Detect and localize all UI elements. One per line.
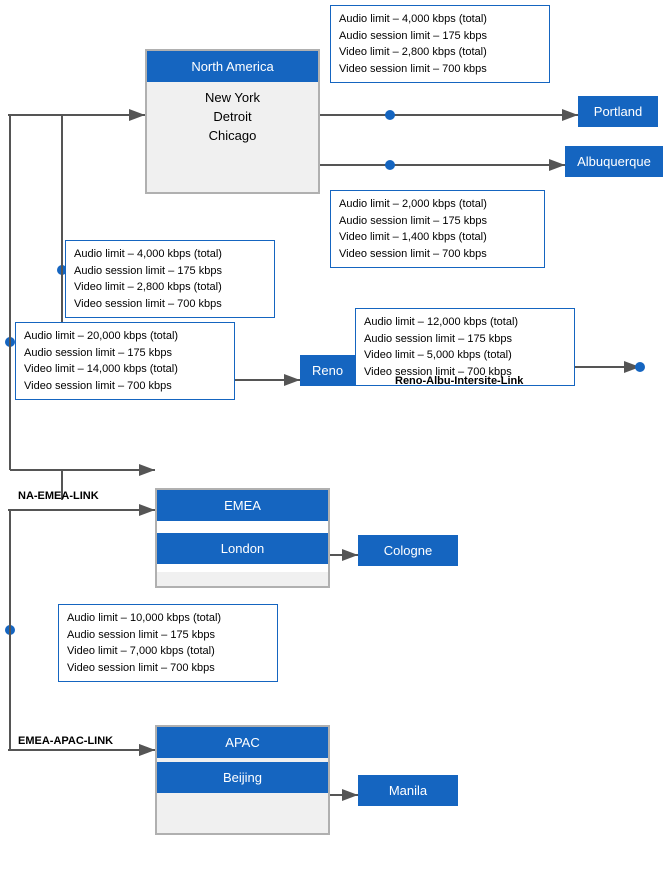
connection-lines — [0, 0, 663, 883]
city-chicago: Chicago — [147, 126, 318, 145]
reno-box: Reno — [300, 355, 355, 386]
city-new-york: New York — [147, 88, 318, 107]
north-america-box: North America — [147, 51, 318, 82]
emea-apac-link-label: EMEA-APAC-LINK — [18, 735, 113, 747]
na-emea-link-label: NA-EMEA-LINK — [18, 490, 99, 502]
portland-box: Portland — [578, 96, 658, 127]
apac-box: APAC — [157, 727, 328, 758]
info-box-emea-left: Audio limit – 10,000 kbps (total) Audio … — [58, 604, 278, 682]
north-america-region: North America New York Detroit Chicago — [145, 49, 320, 194]
city-london: London — [157, 521, 328, 572]
manila-box: Manila — [358, 775, 458, 806]
beijing-box: Beijing — [157, 762, 328, 793]
reno-albu-link-label: Reno-Albu-Intersite-Link — [395, 375, 523, 387]
info-box-na-left-bottom: Audio limit – 20,000 kbps (total) Audio … — [15, 322, 235, 400]
info-box-albu-top: Audio limit – 2,000 kbps (total) Audio s… — [330, 190, 545, 268]
info-box-top-right: Audio limit – 4,000 kbps (total) Audio s… — [330, 5, 550, 83]
apac-region: APAC Beijing — [155, 725, 330, 835]
network-diagram: Audio limit – 4,000 kbps (total) Audio s… — [0, 0, 663, 883]
albuquerque-box: Albuquerque — [565, 146, 663, 177]
city-detroit: Detroit — [147, 107, 318, 126]
info-box-na-left-top: Audio limit – 4,000 kbps (total) Audio s… — [65, 240, 275, 318]
cologne-box: Cologne — [358, 535, 458, 566]
london-box: London — [157, 533, 328, 564]
emea-region: EMEA London — [155, 488, 330, 588]
emea-box: EMEA — [157, 490, 328, 521]
